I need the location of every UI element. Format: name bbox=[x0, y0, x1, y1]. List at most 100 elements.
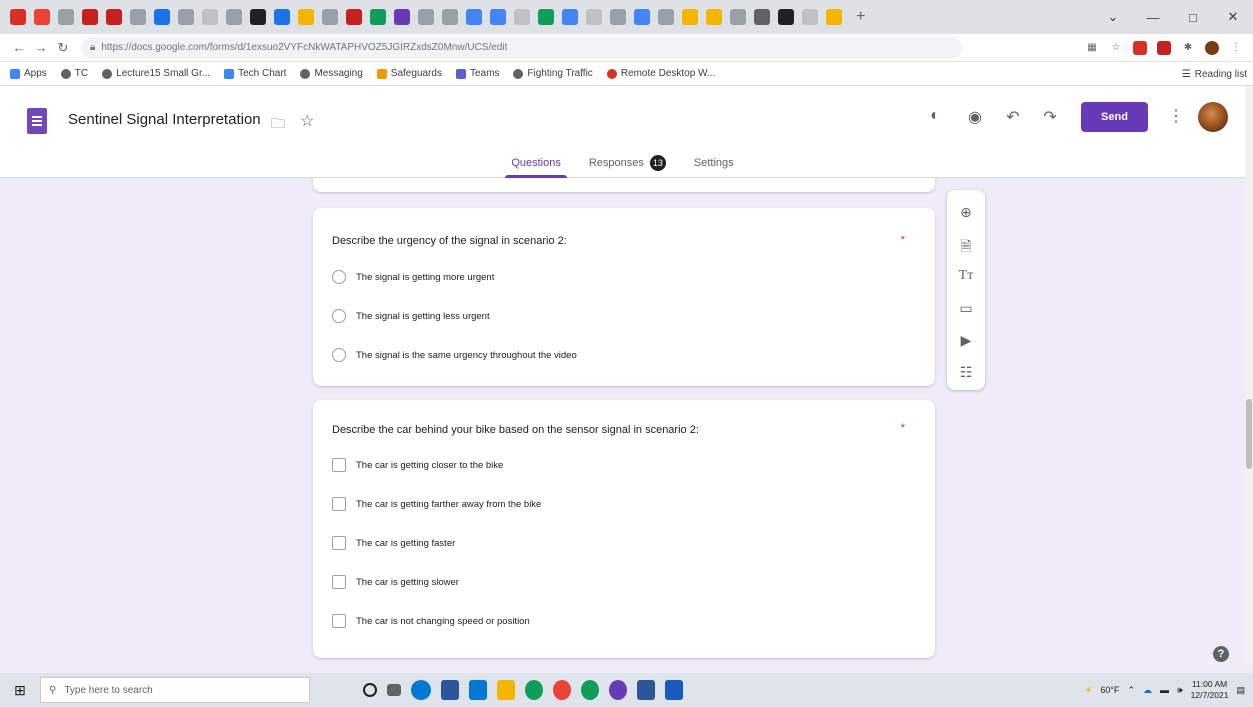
bookmark-tc[interactable]: TC bbox=[60, 68, 88, 79]
tab-favicon[interactable] bbox=[610, 9, 626, 25]
question-title[interactable]: Describe the car behind your bike based … bbox=[332, 424, 699, 436]
tab-favicon[interactable] bbox=[442, 9, 458, 25]
bookmark-safeguards[interactable]: Safeguards bbox=[376, 68, 442, 79]
chrome-icon[interactable] bbox=[553, 680, 571, 700]
tray-chevron-icon[interactable]: ⌃ bbox=[1127, 685, 1135, 696]
tab-favicon[interactable] bbox=[514, 9, 530, 25]
checkbox[interactable] bbox=[332, 575, 346, 589]
weather-temp[interactable]: 60°F bbox=[1100, 685, 1119, 695]
close-button[interactable]: ✕ bbox=[1213, 9, 1253, 25]
taskbar-search[interactable]: ⚲ Type here to search bbox=[40, 677, 310, 703]
undo-icon[interactable]: ↶ bbox=[1003, 107, 1023, 127]
forms-logo-icon[interactable] bbox=[27, 108, 47, 134]
edge-icon[interactable] bbox=[411, 680, 431, 700]
network-icon[interactable]: ▬ bbox=[1160, 685, 1169, 695]
tab-favicon[interactable] bbox=[130, 9, 146, 25]
tab-favicon[interactable] bbox=[634, 9, 650, 25]
tab-favicon[interactable] bbox=[370, 9, 386, 25]
tab-favicon[interactable] bbox=[154, 9, 170, 25]
tab-favicon[interactable] bbox=[754, 9, 770, 25]
form-title[interactable]: Sentinel Signal Interpretation bbox=[68, 111, 261, 128]
tab-favicon[interactable] bbox=[778, 9, 794, 25]
radio-option[interactable]: The signal is the same urgency throughou… bbox=[332, 348, 577, 362]
radio-button[interactable] bbox=[332, 270, 346, 284]
scrollbar[interactable] bbox=[1245, 86, 1253, 665]
tab-favicon[interactable] bbox=[34, 9, 50, 25]
avatar[interactable] bbox=[1198, 102, 1228, 132]
tab-favicon[interactable] bbox=[682, 9, 698, 25]
weather-icon[interactable]: ☀ bbox=[1084, 685, 1092, 696]
checkbox[interactable] bbox=[332, 497, 346, 511]
tab-favicon[interactable] bbox=[538, 9, 554, 25]
app-icon[interactable] bbox=[581, 680, 599, 700]
star-icon[interactable]: ☆ bbox=[300, 111, 314, 131]
question-card[interactable]: Describe the urgency of the signal in sc… bbox=[313, 208, 935, 386]
checkbox-option[interactable]: The car is getting slower bbox=[332, 575, 459, 589]
tab-favicon[interactable] bbox=[322, 9, 338, 25]
minimize-button[interactable]: — bbox=[1133, 10, 1173, 25]
send-button[interactable]: Send bbox=[1081, 102, 1148, 132]
checkbox[interactable] bbox=[332, 536, 346, 550]
help-icon[interactable]: ? bbox=[1213, 646, 1229, 662]
radio-option[interactable]: The signal is getting more urgent bbox=[332, 270, 494, 284]
tab-favicon[interactable] bbox=[298, 9, 314, 25]
palette-icon[interactable]: ◐ bbox=[925, 107, 945, 125]
tab-favicon[interactable] bbox=[418, 9, 434, 25]
clock[interactable]: 11:00 AM 12/7/2021 bbox=[1191, 679, 1229, 701]
checkbox[interactable] bbox=[332, 614, 346, 628]
onedrive-icon[interactable]: ☁ bbox=[1143, 685, 1152, 696]
windows-start-icon[interactable]: ⊞ bbox=[0, 682, 40, 699]
cortana-icon[interactable] bbox=[363, 683, 377, 697]
question-title[interactable]: Describe the urgency of the signal in sc… bbox=[332, 235, 567, 247]
app-icon[interactable] bbox=[525, 680, 543, 700]
back-icon[interactable]: ← bbox=[8, 40, 30, 55]
add-image-icon[interactable]: ▭ bbox=[947, 300, 985, 317]
volume-icon[interactable]: 🕪︎ bbox=[1177, 685, 1183, 696]
forward-icon[interactable]: → bbox=[30, 40, 52, 55]
preview-eye-icon[interactable]: ◉ bbox=[965, 107, 985, 127]
tab-favicon[interactable] bbox=[706, 9, 722, 25]
folder-icon[interactable]: 🗀︎ bbox=[271, 113, 285, 137]
app-icon[interactable] bbox=[637, 680, 655, 700]
extension-icon[interactable] bbox=[1157, 40, 1171, 55]
checkbox-option[interactable]: The car is getting farther away from the… bbox=[332, 497, 541, 511]
tab-responses[interactable]: Responses 13 bbox=[583, 148, 672, 178]
tab-settings[interactable]: Settings bbox=[688, 148, 740, 178]
tab-grid-icon[interactable]: ▦ bbox=[1085, 41, 1099, 55]
checkbox-option[interactable]: The car is not changing speed or positio… bbox=[332, 614, 530, 628]
checkbox-option[interactable]: The car is getting closer to the bike bbox=[332, 458, 503, 472]
notifications-icon[interactable]: ▤ bbox=[1236, 685, 1245, 696]
tab-search-icon[interactable]: ⌄ bbox=[1093, 9, 1133, 25]
browser-menu-icon[interactable]: ⋮ bbox=[1229, 41, 1243, 55]
tab-favicon[interactable] bbox=[466, 9, 482, 25]
checkbox-option[interactable]: The car is getting faster bbox=[332, 536, 455, 550]
more-options-icon[interactable]: ⋮ bbox=[1168, 106, 1184, 126]
previous-question-card[interactable] bbox=[313, 178, 935, 192]
radio-option[interactable]: The signal is getting less urgent bbox=[332, 309, 490, 323]
tab-favicon[interactable] bbox=[658, 9, 674, 25]
tab-favicon[interactable] bbox=[58, 9, 74, 25]
bookmark-apps[interactable]: Apps bbox=[10, 68, 47, 79]
tab-favicon[interactable] bbox=[82, 9, 98, 25]
tab-favicon[interactable] bbox=[394, 9, 410, 25]
scroll-thumb[interactable] bbox=[1246, 399, 1252, 469]
question-card[interactable]: Describe the car behind your bike based … bbox=[313, 400, 935, 658]
add-video-icon[interactable]: ▶︎ bbox=[947, 332, 985, 349]
redo-icon[interactable]: ↷ bbox=[1040, 107, 1060, 127]
import-questions-icon[interactable]: 🗎︎ bbox=[947, 236, 985, 260]
tab-favicon[interactable] bbox=[106, 9, 122, 25]
maximize-button[interactable]: □ bbox=[1173, 10, 1213, 25]
tab-favicon[interactable] bbox=[202, 9, 218, 25]
tab-favicon[interactable] bbox=[490, 9, 506, 25]
tab-favicon[interactable] bbox=[226, 9, 242, 25]
file-explorer-icon[interactable] bbox=[497, 680, 515, 700]
task-view-icon[interactable] bbox=[387, 684, 401, 696]
extensions-puzzle-icon[interactable]: ✱ bbox=[1181, 41, 1195, 55]
add-question-icon[interactable]: ⊕ bbox=[947, 204, 985, 221]
mail-icon[interactable] bbox=[469, 680, 487, 700]
bookmark-tech-chart[interactable]: Tech Chart bbox=[224, 68, 286, 79]
tab-favicon[interactable] bbox=[586, 9, 602, 25]
tab-favicon[interactable] bbox=[346, 9, 362, 25]
checkbox[interactable] bbox=[332, 458, 346, 472]
radio-button[interactable] bbox=[332, 309, 346, 323]
